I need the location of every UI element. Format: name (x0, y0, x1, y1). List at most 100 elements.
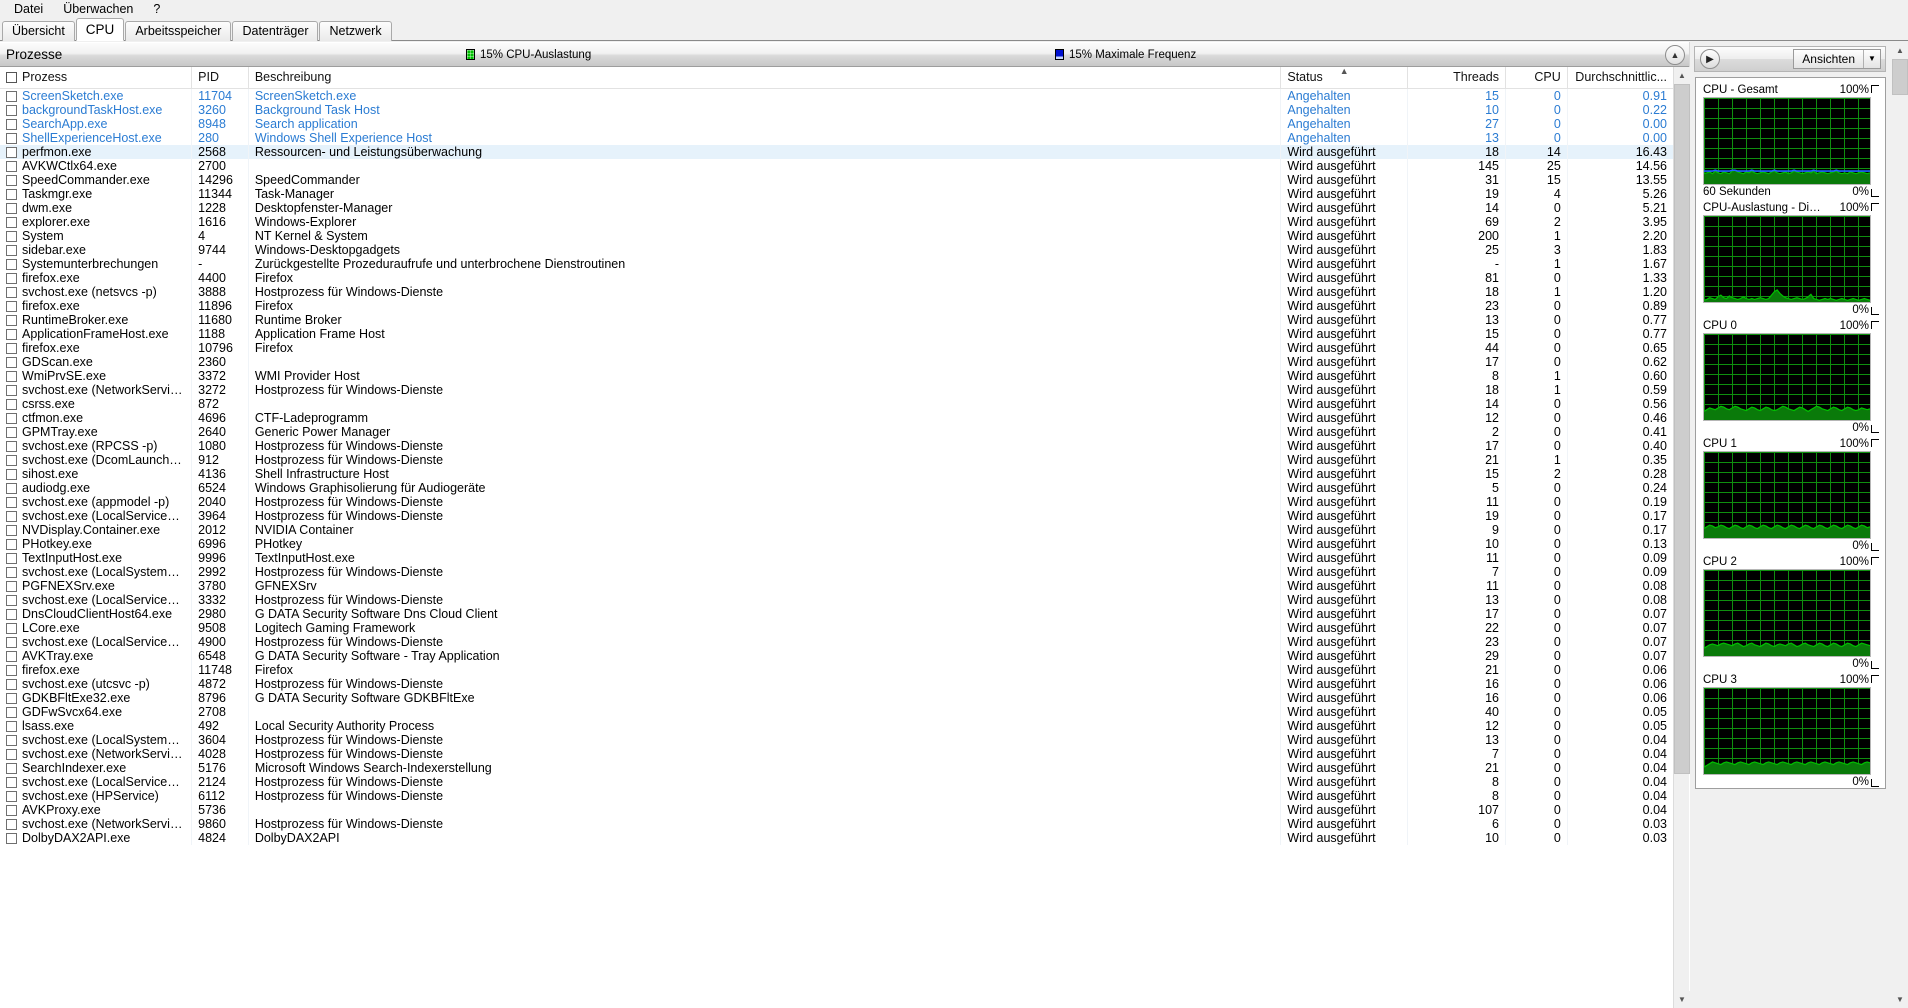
chevron-up-icon[interactable]: ▲ (1665, 45, 1685, 65)
tab-datentraeger[interactable]: Datenträger (232, 21, 318, 41)
row-checkbox[interactable] (6, 567, 17, 578)
scrollbar-thumb[interactable] (1674, 84, 1690, 774)
row-checkbox[interactable] (6, 833, 17, 844)
tab-cpu[interactable]: CPU (76, 18, 125, 41)
table-row[interactable]: DolbyDAX2API.exe4824DolbyDAX2APIWird aus… (0, 831, 1674, 845)
row-checkbox[interactable] (6, 105, 17, 116)
chevron-right-circle-icon[interactable]: ▶ (1700, 49, 1720, 69)
table-row[interactable]: SearchIndexer.exe5176Microsoft Windows S… (0, 761, 1674, 775)
table-row[interactable]: firefox.exe10796FirefoxWird ausgeführt44… (0, 341, 1674, 355)
graphs-scroll-up-arrow-icon[interactable]: ▲ (1892, 42, 1908, 59)
row-checkbox[interactable] (6, 805, 17, 816)
table-row[interactable]: DnsCloudClientHost64.exe2980G DATA Secur… (0, 607, 1674, 621)
row-checkbox[interactable] (6, 231, 17, 242)
graphs-pane-scrollbar[interactable]: ▲ ▼ (1892, 42, 1908, 1008)
table-row[interactable]: lsass.exe492Local Security Authority Pro… (0, 719, 1674, 733)
row-checkbox[interactable] (6, 385, 17, 396)
table-row[interactable]: svchost.exe (NetworkService...9860Hostpr… (0, 817, 1674, 831)
row-checkbox[interactable] (6, 707, 17, 718)
column-header-threads[interactable]: Threads (1408, 67, 1506, 88)
column-header-cpu[interactable]: CPU (1505, 67, 1567, 88)
table-row[interactable]: dwm.exe1228Desktopfenster-ManagerWird au… (0, 201, 1674, 215)
row-checkbox[interactable] (6, 539, 17, 550)
row-checkbox[interactable] (6, 497, 17, 508)
row-checkbox[interactable] (6, 819, 17, 830)
table-row[interactable]: firefox.exe11896FirefoxWird ausgeführt23… (0, 299, 1674, 313)
row-checkbox[interactable] (6, 609, 17, 620)
row-checkbox[interactable] (6, 763, 17, 774)
table-row[interactable]: svchost.exe (NetworkService...3272Hostpr… (0, 383, 1674, 397)
tab-uebersicht[interactable]: Übersicht (2, 21, 75, 41)
table-row[interactable]: ShellExperienceHost.exe280Windows Shell … (0, 131, 1674, 145)
table-row[interactable]: AVKTray.exe6548G DATA Security Software … (0, 649, 1674, 663)
table-row[interactable]: svchost.exe (LocalServiceNo...4900Hostpr… (0, 635, 1674, 649)
row-checkbox[interactable] (6, 721, 17, 732)
table-row[interactable]: GPMTray.exe2640Generic Power ManagerWird… (0, 425, 1674, 439)
table-row[interactable]: backgroundTaskHost.exe3260Background Tas… (0, 103, 1674, 117)
table-row[interactable]: svchost.exe (HPService)6112Hostprozess f… (0, 789, 1674, 803)
row-checkbox[interactable] (6, 175, 17, 186)
row-checkbox[interactable] (6, 777, 17, 788)
table-row[interactable]: firefox.exe4400FirefoxWird ausgeführt810… (0, 271, 1674, 285)
table-row[interactable]: svchost.exe (LocalServiceNet...3332Hostp… (0, 593, 1674, 607)
column-header-pid[interactable]: PID (192, 67, 249, 88)
row-checkbox[interactable] (6, 623, 17, 634)
table-row[interactable]: svchost.exe (LocalSystemNet...2992Hostpr… (0, 565, 1674, 579)
row-checkbox[interactable] (6, 553, 17, 564)
tab-arbeitsspeicher[interactable]: Arbeitsspeicher (125, 21, 231, 41)
table-row[interactable]: AVKWCtlx64.exe2700Wird ausgeführt1452514… (0, 159, 1674, 173)
row-checkbox[interactable] (6, 133, 17, 144)
menu-item-help[interactable]: ? (143, 0, 170, 18)
table-row[interactable]: firefox.exe11748FirefoxWird ausgeführt21… (0, 663, 1674, 677)
table-row[interactable]: WmiPrvSE.exe3372WMI Provider HostWird au… (0, 369, 1674, 383)
row-checkbox[interactable] (6, 483, 17, 494)
row-checkbox[interactable] (6, 217, 17, 228)
row-checkbox[interactable] (6, 161, 17, 172)
table-row[interactable]: svchost.exe (DcomLaunch -p)912Hostprozes… (0, 453, 1674, 467)
row-checkbox[interactable] (6, 399, 17, 410)
table-row[interactable]: Systemunterbrechungen-Zurückgestellte Pr… (0, 257, 1674, 271)
table-row[interactable]: explorer.exe1616Windows-ExplorerWird aus… (0, 215, 1674, 229)
menu-item-datei[interactable]: Datei (4, 0, 53, 18)
menu-item-ueberwachen[interactable]: Überwachen (53, 0, 143, 18)
graphs-scrollbar-thumb[interactable] (1892, 59, 1908, 95)
row-checkbox[interactable] (6, 735, 17, 746)
row-checkbox[interactable] (6, 651, 17, 662)
row-checkbox[interactable] (6, 679, 17, 690)
table-row[interactable]: audiodg.exe6524Windows Graphisolierung f… (0, 481, 1674, 495)
processes-table-scrollbar[interactable]: ▲ ▼ (1673, 67, 1689, 1008)
table-row[interactable]: ApplicationFrameHost.exe1188Application … (0, 327, 1674, 341)
row-checkbox[interactable] (6, 315, 17, 326)
table-row[interactable]: svchost.exe (appmodel -p)2040Hostprozess… (0, 495, 1674, 509)
table-row[interactable]: sihost.exe4136Shell Infrastructure HostW… (0, 467, 1674, 481)
table-row[interactable]: NVDisplay.Container.exe2012NVIDIA Contai… (0, 523, 1674, 537)
table-row[interactable]: svchost.exe (LocalServiceNet...2124Hostp… (0, 775, 1674, 789)
table-row[interactable]: SearchApp.exe8948Search applicationAngeh… (0, 117, 1674, 131)
table-row[interactable]: svchost.exe (LocalServiceNo...3964Hostpr… (0, 509, 1674, 523)
table-row[interactable]: svchost.exe (netsvcs -p)3888Hostprozess … (0, 285, 1674, 299)
column-header-beschreibung[interactable]: Beschreibung (248, 67, 1281, 88)
row-checkbox[interactable] (6, 469, 17, 480)
row-checkbox[interactable] (6, 287, 17, 298)
row-checkbox[interactable] (6, 329, 17, 340)
column-header-status[interactable]: ▲Status (1281, 67, 1408, 88)
table-row[interactable]: Taskmgr.exe11344Task-ManagerWird ausgefü… (0, 187, 1674, 201)
row-checkbox[interactable] (6, 665, 17, 676)
row-checkbox[interactable] (6, 189, 17, 200)
table-row[interactable]: ctfmon.exe4696CTF-LadeprogrammWird ausge… (0, 411, 1674, 425)
row-checkbox[interactable] (6, 91, 17, 102)
table-row[interactable]: csrss.exe872Wird ausgeführt1400.56 (0, 397, 1674, 411)
row-checkbox[interactable] (6, 441, 17, 452)
processes-group-header[interactable]: Prozesse 15% CPU-Auslastung 15% Maximale… (0, 42, 1689, 67)
row-checkbox[interactable] (6, 693, 17, 704)
table-row[interactable]: perfmon.exe2568Ressourcen- und Leistungs… (0, 145, 1674, 159)
row-checkbox[interactable] (6, 203, 17, 214)
row-checkbox[interactable] (6, 357, 17, 368)
table-row[interactable]: svchost.exe (RPCSS -p)1080Hostprozess fü… (0, 439, 1674, 453)
select-all-checkbox[interactable] (6, 72, 17, 83)
tab-netzwerk[interactable]: Netzwerk (319, 21, 391, 41)
row-checkbox[interactable] (6, 427, 17, 438)
row-checkbox[interactable] (6, 371, 17, 382)
row-checkbox[interactable] (6, 455, 17, 466)
table-row[interactable]: GDFwSvcx64.exe2708Wird ausgeführt4000.05 (0, 705, 1674, 719)
